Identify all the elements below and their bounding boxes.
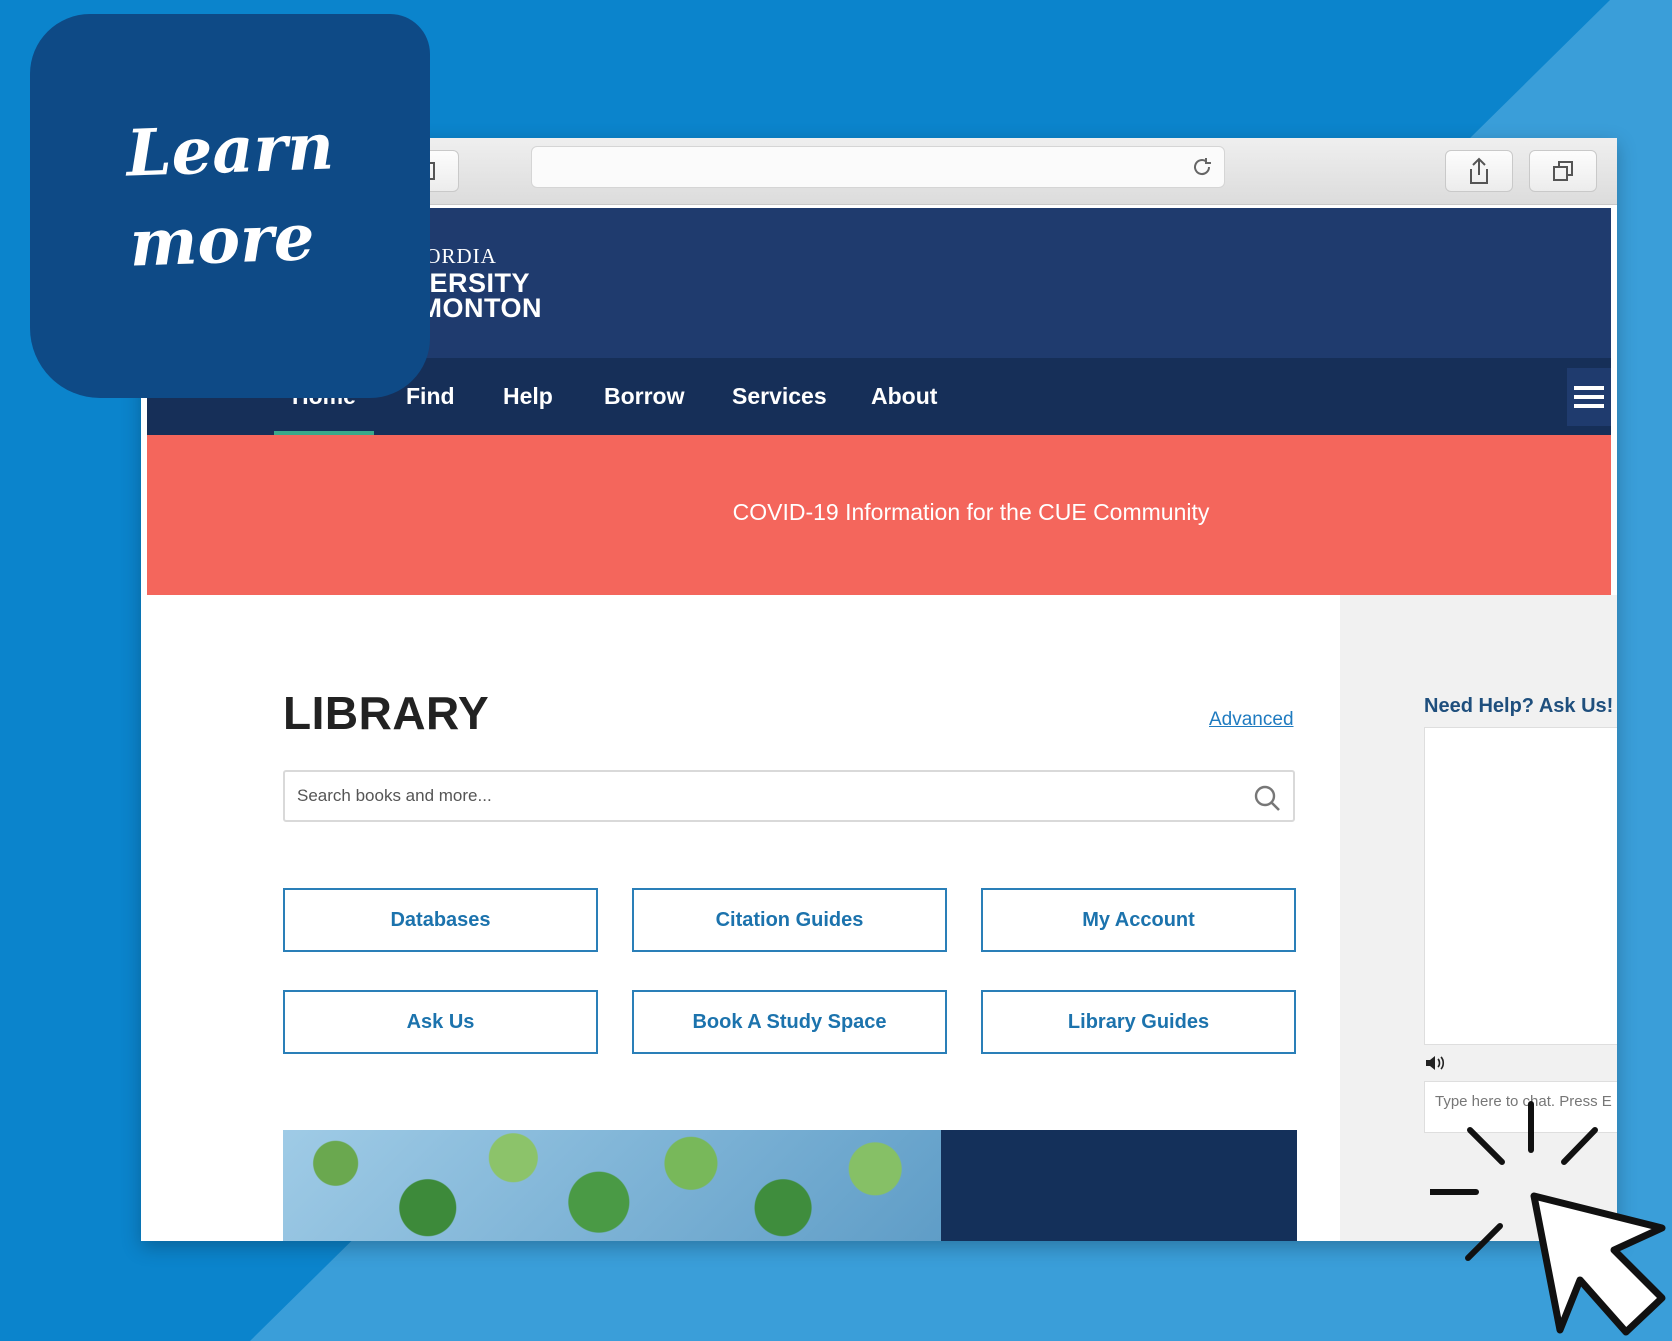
nav-about[interactable]: About [871, 358, 937, 435]
nav-services[interactable]: Services [732, 358, 827, 435]
hamburger-icon [1574, 386, 1604, 408]
leaves-image [283, 1130, 941, 1241]
page-title: LIBRARY [283, 687, 490, 739]
tabs-icon [1553, 161, 1573, 181]
learn-more-badge[interactable]: Learn more [30, 14, 430, 398]
covid-alert-banner[interactable]: COVID-19 Information for the CUE Communi… [147, 435, 1611, 595]
badge-text: Learn more [125, 102, 339, 289]
speaker-icon[interactable] [1424, 1053, 1446, 1073]
advanced-search-link[interactable]: Advanced [1209, 709, 1294, 731]
reload-icon[interactable] [1190, 155, 1214, 179]
share-icon [1470, 157, 1488, 184]
chat-window [1424, 727, 1617, 1045]
badge-line2: more [128, 200, 316, 282]
library-guides-button[interactable]: Library Guides [981, 990, 1296, 1054]
my-account-button[interactable]: My Account [981, 888, 1296, 952]
book-study-space-button[interactable]: Book A Study Space [632, 990, 947, 1054]
search-input[interactable]: Search books and more... [297, 786, 492, 806]
help-title: Need Help? Ask Us! [1424, 695, 1614, 717]
tabs-button[interactable] [1529, 150, 1597, 192]
nav-borrow[interactable]: Borrow [604, 358, 685, 435]
citation-guides-button[interactable]: Citation Guides [632, 888, 947, 952]
ask-us-button[interactable]: Ask Us [283, 990, 598, 1054]
click-cursor-icon [1430, 1101, 1666, 1336]
search-box[interactable]: Search books and more... [283, 770, 1295, 822]
menu-button[interactable] [1567, 368, 1611, 426]
address-bar[interactable] [531, 146, 1225, 188]
alert-text: COVID-19 Information for the CUE Communi… [732, 499, 1210, 525]
nav-help[interactable]: Help [503, 358, 553, 435]
databases-button[interactable]: Databases [283, 888, 598, 952]
badge-line1: Learn [125, 109, 336, 192]
share-button[interactable] [1445, 150, 1513, 192]
search-icon[interactable] [1253, 784, 1281, 812]
feature-banner[interactable] [283, 1130, 1297, 1241]
